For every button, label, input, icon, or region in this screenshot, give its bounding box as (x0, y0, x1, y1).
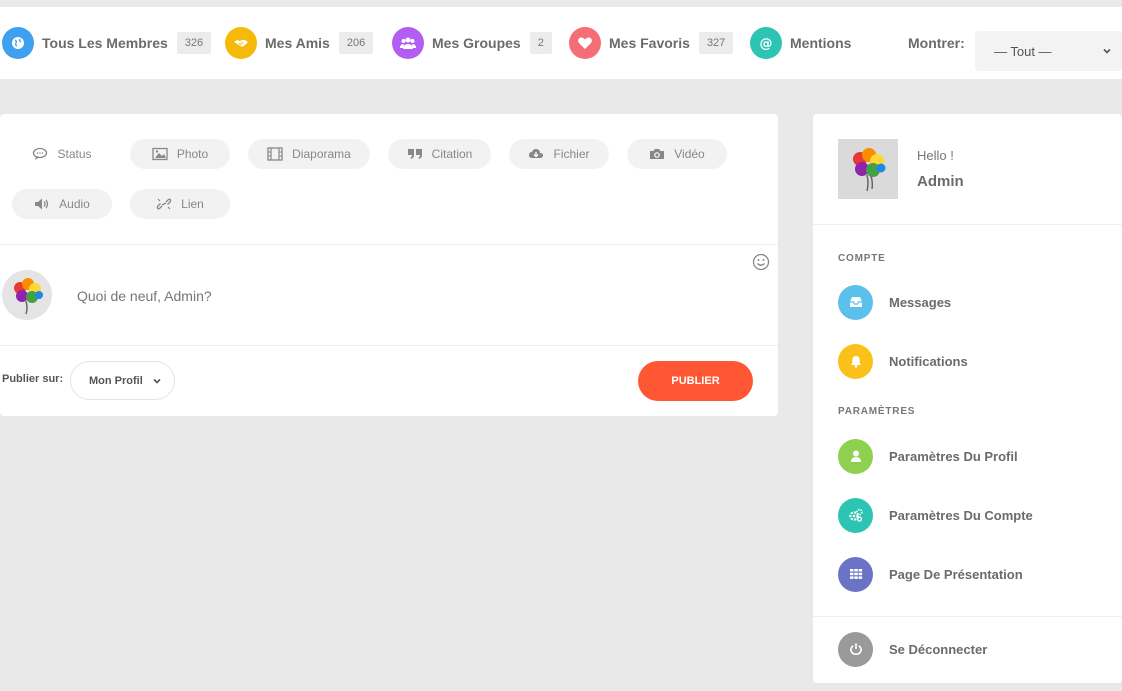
link-icon (156, 198, 172, 210)
menu-item-notifications[interactable]: Notifications (838, 343, 968, 379)
nav-label: Mes Favoris (609, 35, 690, 51)
username: Admin (917, 173, 964, 190)
brain-avatar-image (853, 148, 886, 192)
composer-divider (0, 244, 778, 245)
nav-count: 206 (338, 32, 374, 54)
nav-all-members[interactable]: Tous Les Membres 326 (2, 27, 212, 59)
top-navigation: Tous Les Membres 326 Mes Amis 206 Mes Gr… (0, 7, 1122, 79)
cloud-download-icon (529, 148, 544, 158)
chat-icon (33, 147, 48, 160)
bell-icon (838, 343, 873, 379)
film-icon (267, 147, 283, 161)
post-type-label: Status (57, 147, 92, 161)
post-type-label: Citation (431, 147, 473, 161)
nav-label: Tous Les Membres (42, 35, 168, 51)
show-filter-select[interactable]: — Tout — (975, 31, 1122, 71)
menu-item-account-settings[interactable]: Paramètres Du Compte (838, 497, 1033, 533)
greeting: Hello ! (917, 148, 954, 163)
sidebar-divider (813, 616, 1122, 617)
nav-mentions[interactable]: @ Mentions (750, 27, 851, 59)
post-type-status[interactable]: Status (12, 139, 112, 169)
post-type-audio[interactable]: Audio (12, 189, 112, 219)
gears-icon (838, 497, 873, 533)
nav-label: Mes Amis (265, 35, 330, 51)
nav-my-groups[interactable]: Mes Groupes 2 (392, 27, 552, 59)
chevron-down-icon (1103, 48, 1111, 54)
post-type-label: Vidéo (674, 147, 705, 161)
menu-label: Notifications (889, 353, 968, 369)
post-type-label: Audio (59, 197, 90, 211)
show-filter-value: — Tout — (994, 43, 1052, 59)
post-type-label: Diaporama (292, 147, 351, 161)
brain-avatar-image (14, 278, 43, 315)
nav-count: 326 (176, 32, 212, 54)
at-icon: @ (750, 27, 782, 59)
handshake-icon (225, 27, 257, 59)
chevron-down-icon (153, 378, 161, 384)
post-type-photo[interactable]: Photo (130, 139, 230, 169)
menu-item-profile-settings[interactable]: Paramètres Du Profil (838, 438, 1018, 474)
menu-label: Paramètres Du Profil (889, 448, 1018, 464)
menu-label: Paramètres Du Compte (889, 507, 1033, 523)
section-title-account: COMPTE (838, 253, 886, 264)
menu-item-messages[interactable]: Messages (838, 284, 951, 320)
heart-icon (569, 27, 601, 59)
menu-label: Page De Présentation (889, 566, 1023, 582)
composer-divider (0, 345, 778, 346)
post-type-link[interactable]: Lien (130, 189, 230, 219)
camera-icon (650, 149, 665, 159)
avatar (838, 139, 898, 199)
user-icon (838, 438, 873, 474)
menu-item-presentation-page[interactable]: Page De Présentation (838, 556, 1023, 592)
publish-button[interactable]: PUBLIER (638, 361, 753, 401)
post-type-label: Photo (176, 147, 209, 161)
post-type-file[interactable]: Fichier (509, 139, 609, 169)
quote-icon (407, 149, 422, 159)
status-input[interactable]: Quoi de neuf, Admin? (77, 288, 212, 304)
nav-my-favorites[interactable]: Mes Favoris 327 (569, 27, 734, 59)
group-icon (392, 27, 424, 59)
globe-icon (2, 27, 34, 59)
post-type-label: Lien (181, 197, 204, 211)
nav-count: 327 (698, 32, 734, 54)
speaker-icon (35, 198, 49, 210)
post-composer: Status Photo Diaporama Citation Fichier … (0, 114, 778, 416)
user-sidebar: Hello ! Admin COMPTE Messages Notificati… (813, 114, 1122, 683)
nav-label: Mes Groupes (432, 35, 521, 51)
menu-label: Messages (889, 294, 952, 310)
logout-button[interactable]: Se Déconnecter (838, 631, 987, 667)
post-type-label: Fichier (553, 147, 590, 161)
menu-label: Se Déconnecter (889, 641, 988, 657)
svg-text:@: @ (760, 37, 773, 52)
section-title-settings: PARAMÈTRES (838, 406, 916, 417)
image-icon (152, 147, 168, 161)
sidebar-divider (813, 224, 1122, 225)
publish-target-select[interactable]: Mon Profil (70, 361, 175, 400)
grid-icon (838, 556, 873, 592)
power-icon (838, 631, 873, 667)
post-type-quote[interactable]: Citation (388, 139, 491, 169)
inbox-icon (838, 284, 873, 320)
avatar (2, 270, 52, 320)
nav-count: 2 (529, 32, 552, 54)
post-type-video[interactable]: Vidéo (627, 139, 727, 169)
nav-label: Mentions (790, 35, 852, 51)
nav-my-friends[interactable]: Mes Amis 206 (225, 27, 374, 59)
post-type-slideshow[interactable]: Diaporama (248, 139, 370, 169)
publish-on-label: Publier sur: (2, 373, 64, 385)
emoji-icon[interactable] (752, 253, 770, 271)
show-filter-label: Montrer: (908, 35, 965, 51)
publish-target-value: Mon Profil (89, 374, 143, 387)
